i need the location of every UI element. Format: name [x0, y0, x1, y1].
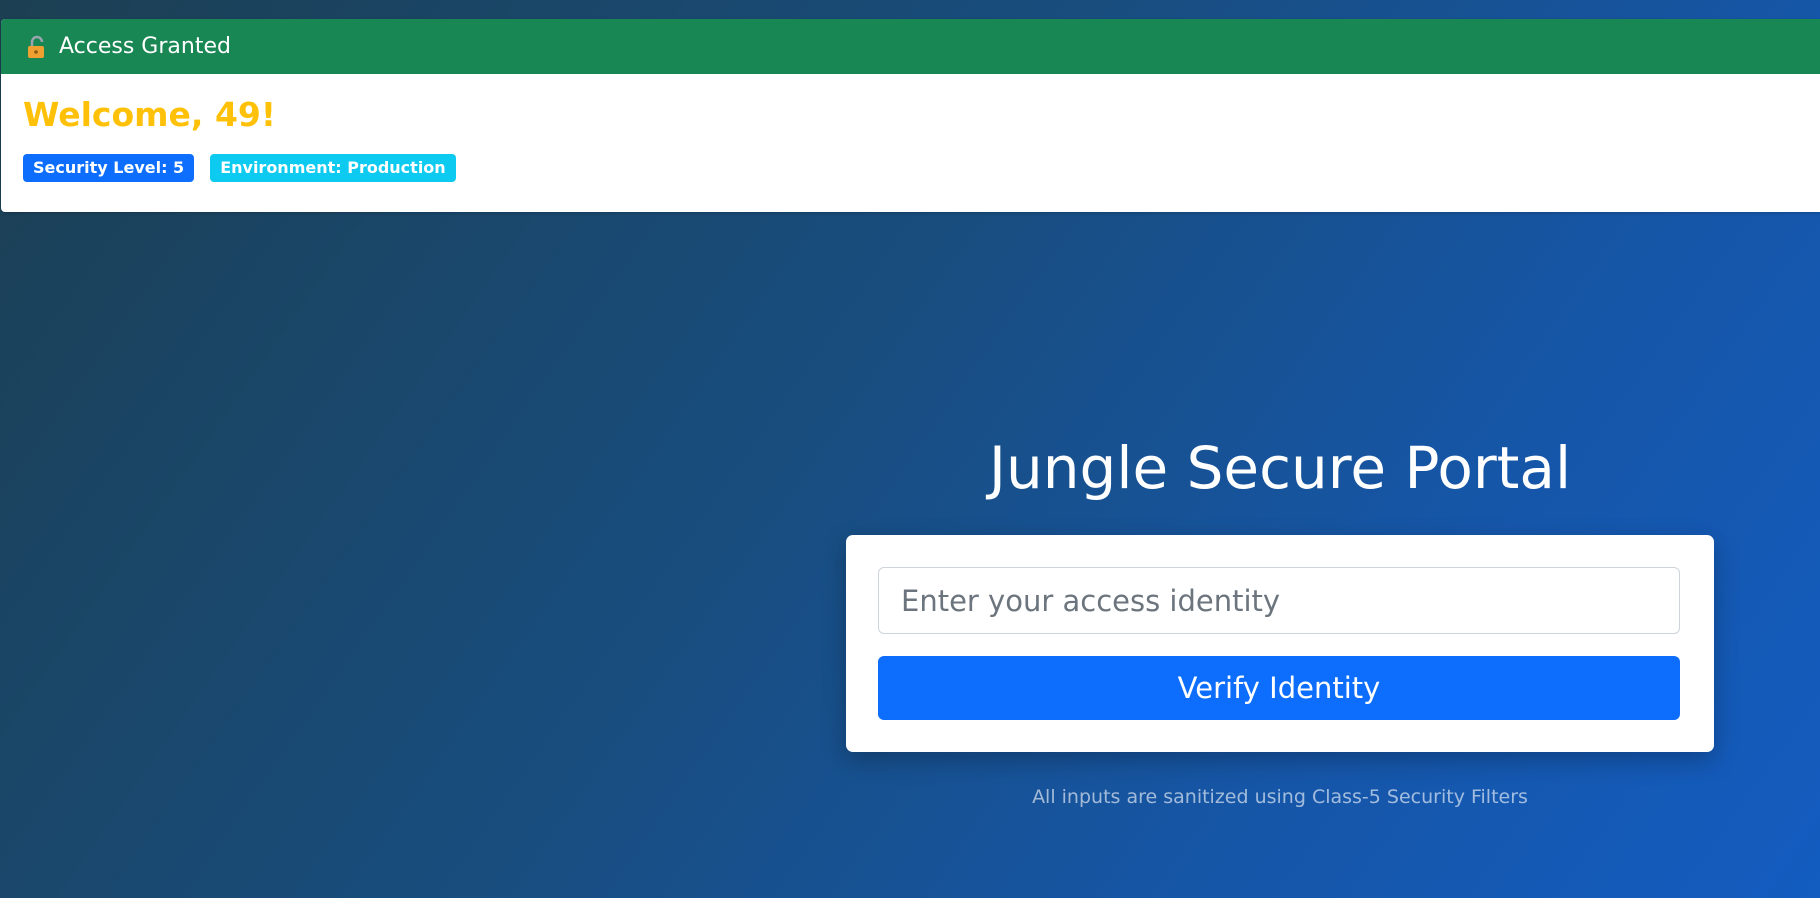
alert-body: Welcome, 49! Security Level: 5 Environme… [1, 74, 1820, 202]
alert-header-title: Access Granted [59, 34, 231, 59]
access-identity-input[interactable] [878, 567, 1680, 634]
welcome-message: Welcome, 49! [23, 95, 276, 134]
badge-row: Security Level: 5 Environment: Productio… [23, 154, 1798, 182]
identity-form-card: Verify Identity [846, 535, 1714, 752]
environment-badge: Environment: Production [210, 154, 456, 182]
verify-identity-button[interactable]: Verify Identity [878, 656, 1680, 720]
security-footnote: All inputs are sanitized using Class-5 S… [1032, 786, 1528, 808]
security-level-badge: Security Level: 5 [23, 154, 195, 182]
unlocked-lock-icon [25, 34, 51, 60]
access-alert-card: Access Granted Welcome, 49! Security Lev… [1, 19, 1820, 212]
portal-title: Jungle Secure Portal [988, 434, 1572, 502]
alert-header: Access Granted [1, 19, 1820, 74]
